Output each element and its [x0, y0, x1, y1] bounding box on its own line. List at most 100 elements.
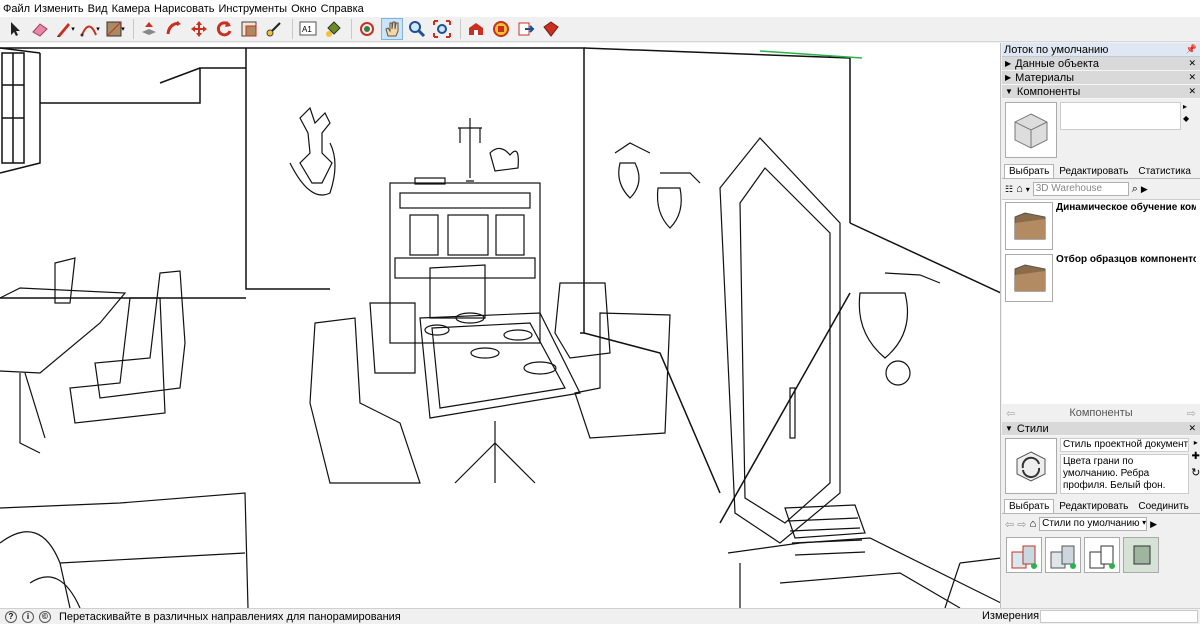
svg-text:A1: A1 [302, 25, 312, 34]
menu-window[interactable]: Окно [290, 3, 320, 15]
home-icon[interactable]: ⌂ [1016, 183, 1023, 195]
measurements-input[interactable] [1040, 610, 1198, 623]
style-swatch[interactable] [1084, 537, 1120, 573]
chevron-down-icon: ▾ [96, 26, 100, 33]
modeling-viewport[interactable] [0, 43, 1001, 608]
search-icon[interactable]: ⌕ [1132, 183, 1138, 196]
info-icon[interactable]: ? [5, 610, 17, 623]
extension-tool[interactable] [490, 18, 512, 40]
share-tool[interactable] [515, 18, 537, 40]
search-input[interactable]: 3D Warehouse [1032, 182, 1129, 196]
menu-bar: Файл Изменить Вид Камера Нарисовать Инст… [0, 0, 1200, 17]
text-tool[interactable]: A1 [297, 18, 319, 40]
navigate-icon[interactable]: ▶ [1141, 184, 1148, 195]
menu-view[interactable]: Вид [87, 3, 111, 15]
chevron-down-icon[interactable]: ▾ [1026, 185, 1030, 194]
styles-dropdown[interactable]: Стили по умолчанию ▾ [1039, 517, 1148, 531]
push-pull-tool[interactable] [138, 18, 160, 40]
geo-location-icon[interactable]: i [22, 610, 34, 623]
tab-select[interactable]: Выбрать [1004, 499, 1055, 513]
components-tabs: Выбрать Редактировать Статистика [1002, 163, 1200, 179]
zoom-extents-icon [433, 20, 451, 38]
paint-bucket-tool[interactable] [322, 18, 344, 40]
section-styles[interactable]: ▼ Стили ✕ [1002, 422, 1200, 436]
forward-arrow-icon[interactable]: ⇨ [1017, 518, 1026, 531]
menu-tools[interactable]: Инструменты [217, 3, 290, 15]
move-icon [191, 21, 207, 37]
arrow-cursor-icon [11, 22, 20, 36]
close-icon[interactable]: ✕ [1188, 423, 1200, 434]
section-entity-info[interactable]: ▶ Данные объекта ✕ [1002, 57, 1200, 71]
pencil-tool[interactable]: ▾ [54, 18, 76, 40]
back-arrow-icon[interactable]: ⇦ [1005, 518, 1014, 531]
eraser-tool[interactable] [29, 18, 51, 40]
rotate-tool[interactable] [213, 18, 235, 40]
chevron-down-icon: ▾ [1142, 518, 1147, 527]
menu-draw[interactable]: Нарисовать [153, 3, 217, 15]
section-materials[interactable]: ▶ Материалы ✕ [1002, 71, 1200, 85]
zoom-extents-tool[interactable] [431, 18, 453, 40]
style-swatches [1002, 534, 1200, 576]
close-icon[interactable]: ✕ [1188, 58, 1200, 69]
move-tool[interactable] [188, 18, 210, 40]
style-preview-area: Стиль проектной документ Цвета грани по … [1002, 436, 1200, 498]
folder-thumbnail-icon [1005, 254, 1053, 302]
pan-tool[interactable] [381, 18, 403, 40]
orbit-tool[interactable] [356, 18, 378, 40]
section-components[interactable]: ▼ Компоненты ✕ [1002, 85, 1200, 99]
warehouse-tool[interactable] [465, 18, 487, 40]
refresh-style-icon [1016, 451, 1046, 482]
tab-edit[interactable]: Редактировать [1054, 164, 1133, 178]
arc-tool[interactable]: ▾ [79, 18, 101, 40]
style-swatch[interactable] [1006, 537, 1042, 573]
style-swatch[interactable] [1123, 537, 1159, 573]
pin-icon[interactable]: 📌 [1186, 44, 1200, 55]
list-item[interactable]: Динамическое обучение ком... [1002, 200, 1200, 252]
credits-icon[interactable]: © [39, 610, 51, 623]
style-swatch[interactable] [1045, 537, 1081, 573]
styles-dropdown-value: Стили по умолчанию [1042, 518, 1140, 529]
details-icon[interactable]: ▸ [1183, 102, 1197, 111]
follow-me-icon [166, 21, 181, 35]
home-icon[interactable]: ⌂ [1029, 518, 1036, 530]
forward-arrow-icon[interactable]: ⇨ [1187, 407, 1196, 420]
tab-select[interactable]: Выбрать [1004, 164, 1055, 178]
component-name-field[interactable] [1060, 102, 1181, 130]
select-tool[interactable] [4, 18, 26, 40]
status-text: Перетаскивайте в различных направлениях … [59, 610, 401, 623]
create-style-icon[interactable]: ✚ [1192, 451, 1200, 462]
export-icon[interactable]: ◆ [1183, 114, 1197, 123]
rotate-icon [216, 21, 232, 37]
scale-tool[interactable] [238, 18, 260, 40]
menu-file[interactable]: Файл [2, 3, 33, 15]
update-style-icon[interactable]: ↻ [1191, 466, 1200, 479]
separator [460, 19, 461, 39]
triangle-right-icon: ▶ [1005, 59, 1012, 68]
view-options-icon[interactable]: ☷ [1005, 184, 1013, 195]
rectangle-tool[interactable]: ▾ [104, 18, 126, 40]
offset-tool[interactable] [263, 18, 285, 40]
components-footer-label: Компоненты [1069, 407, 1133, 419]
status-bar: ? i © Перетаскивайте в различных направл… [0, 608, 1200, 624]
component-cube-icon [1014, 113, 1048, 149]
menu-camera[interactable]: Камера [111, 3, 153, 15]
zoom-tool[interactable] [406, 18, 428, 40]
close-icon[interactable]: ✕ [1188, 72, 1200, 83]
tab-mix[interactable]: Соединить [1133, 499, 1193, 513]
back-arrow-icon[interactable]: ⇦ [1006, 407, 1015, 420]
tab-edit[interactable]: Редактировать [1054, 499, 1133, 513]
style-name-field[interactable]: Стиль проектной документ [1060, 438, 1190, 452]
navigate-icon[interactable]: ▶ [1150, 519, 1157, 530]
list-item[interactable]: Отбор образцов компонентов [1002, 252, 1200, 304]
follow-me-tool[interactable] [163, 18, 185, 40]
close-icon[interactable]: ✕ [1188, 86, 1200, 97]
ruby-tool[interactable] [540, 18, 562, 40]
components-footer: ⇦ Компоненты ⇨ [1002, 404, 1200, 422]
menu-help[interactable]: Справка [320, 3, 367, 15]
section-styles-label: Стили [1016, 422, 1049, 435]
separator [351, 19, 352, 39]
menu-edit[interactable]: Изменить [33, 3, 87, 15]
details-icon[interactable]: ▸ [1194, 438, 1198, 447]
tab-statistics[interactable]: Статистика [1133, 164, 1196, 178]
style-description-field[interactable]: Цвета грани по умолчанию. Ребра профиля.… [1060, 454, 1190, 494]
